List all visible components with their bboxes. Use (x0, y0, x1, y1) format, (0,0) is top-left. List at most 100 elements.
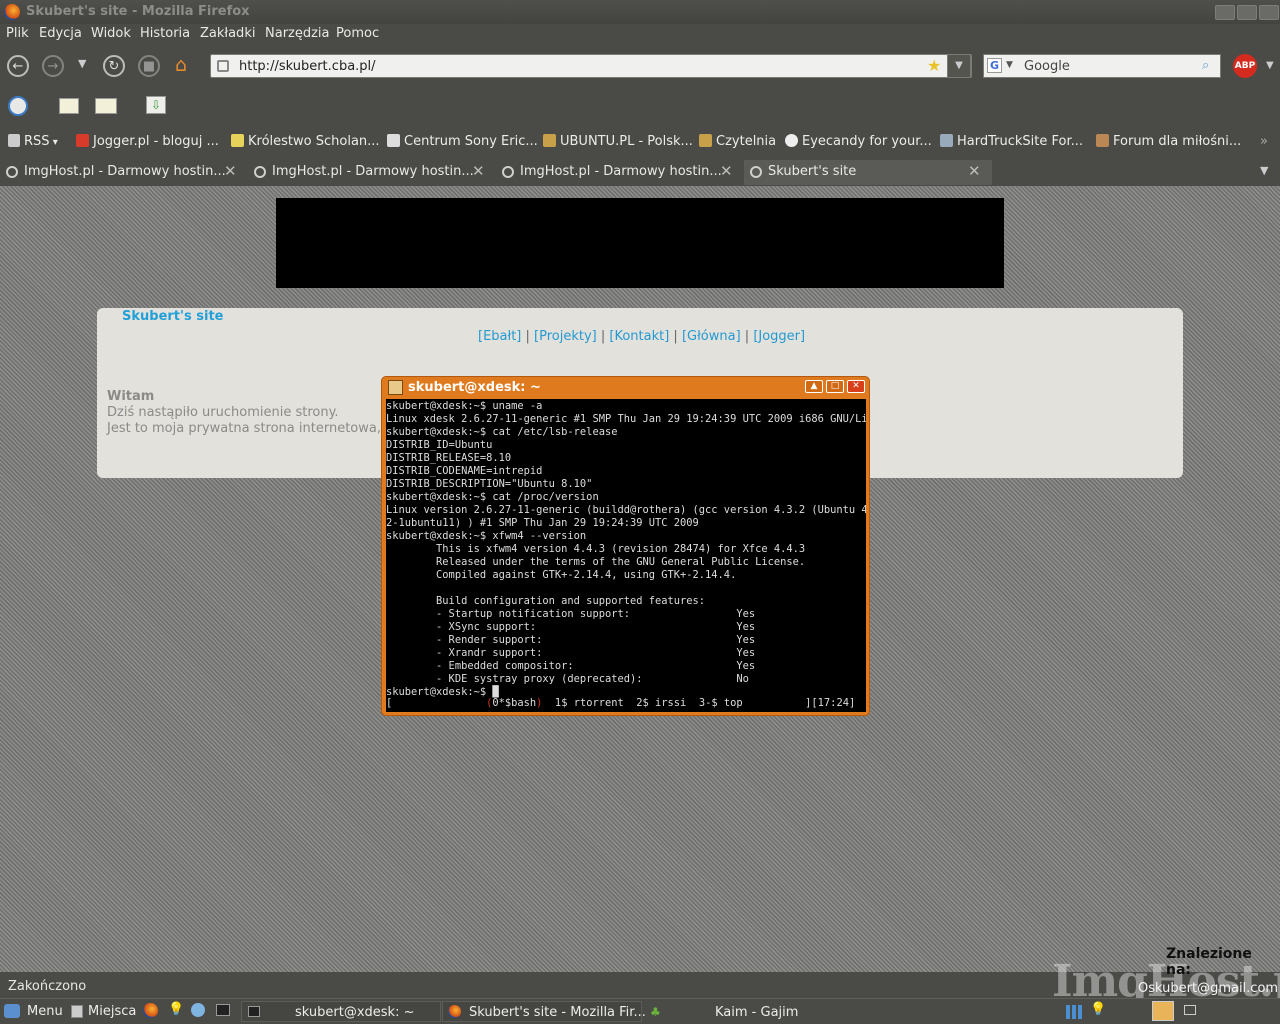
tab-close-icon[interactable]: ✕ (472, 162, 485, 180)
reload-button[interactable]: ↻ (103, 55, 125, 77)
terminal-icon (388, 380, 403, 395)
menu-widok[interactable]: Widok (91, 26, 131, 41)
watermark-found-label: Znalezione na: (1166, 946, 1252, 978)
tab-imghost-2[interactable]: ImgHost.pl - Darmowy hostin... ✕ (248, 160, 496, 185)
menu-plik[interactable]: Plik (6, 26, 29, 41)
back-button[interactable]: ← (7, 55, 29, 77)
desktop-panel: Menu Miejsca 💡 skubert@xdesk: ~ Skubert'… (0, 998, 1280, 1024)
forum-icon (1096, 134, 1109, 147)
welcome-line-2: Jest to moja prywatna strona internetowa… (107, 421, 381, 436)
places-button[interactable]: Miejsca (88, 1004, 136, 1019)
firefox-icon (4, 4, 20, 20)
nav-link-ebalt[interactable]: [Ebałt] (478, 329, 521, 344)
bookmark-star-icon[interactable]: ★ (927, 56, 941, 75)
menu-button[interactable]: Menu (27, 1004, 63, 1019)
nav-link-jogger[interactable]: [Jogger] (753, 329, 805, 344)
tray-package-icon[interactable] (1152, 1001, 1174, 1021)
search-box[interactable]: G ▼ Google ⌕ (983, 54, 1221, 78)
task-firefox[interactable]: Skubert's site - Mozilla Fir... (442, 1001, 646, 1022)
status-text: Zakończono (8, 979, 87, 994)
site-nav: [Ebałt] | [Projekty] | [Kontakt] | [Głów… (478, 329, 806, 344)
tab-close-icon[interactable]: ✕ (968, 162, 981, 180)
ubuntu-icon (543, 134, 556, 147)
adblock-dropdown-icon[interactable]: ▼ (1266, 60, 1274, 71)
terminal-launcher-icon[interactable] (216, 1004, 230, 1016)
terminal-close-button[interactable]: ✕ (847, 380, 865, 393)
bookmark-rss[interactable]: RSS ▾ (8, 134, 58, 149)
url-dropdown-button[interactable]: ▼ (947, 54, 971, 78)
screen-status-line: [ (0*$bash) 1$ rtorrent 2$ irssi 3-$ top… (386, 697, 856, 709)
eyecandy-icon (785, 134, 798, 147)
tray-bulb-icon[interactable]: 💡 (1090, 1002, 1106, 1017)
nav-link-projekty[interactable]: [Projekty] (534, 329, 597, 344)
tab-favicon-icon (254, 166, 266, 178)
terminal-title: skubert@xdesk: ~ (408, 380, 541, 395)
history-icon[interactable] (8, 96, 28, 116)
bookmark-forum[interactable]: Forum dla miłośni... (1096, 134, 1241, 149)
open-folder-icon[interactable] (95, 98, 117, 114)
minimize-button[interactable] (1215, 5, 1235, 20)
tab-imghost-1[interactable]: ImgHost.pl - Darmowy hostin... ✕ (0, 160, 248, 185)
network-icon[interactable] (1066, 1005, 1082, 1019)
stop-button[interactable]: ■ (138, 55, 160, 77)
terminal-maximize-button[interactable]: □ (826, 380, 844, 393)
bookmark-czytelnia[interactable]: Czytelnia (699, 134, 776, 149)
tab-list-icon[interactable]: ▼ (1260, 164, 1268, 177)
history-dropdown-icon[interactable]: ▼ (78, 57, 86, 70)
url-bar[interactable]: http://skubert.cba.pl/ ★ (210, 54, 972, 78)
banner (276, 198, 1004, 288)
task-gajim[interactable]: ♣ Kaim - Gajim (643, 1001, 843, 1022)
menu-narzedzia[interactable]: Narzędzia (265, 26, 330, 41)
adblock-icon[interactable]: ABP (1233, 54, 1257, 78)
home-button[interactable]: ⌂ (175, 54, 197, 76)
new-folder-icon[interactable] (59, 98, 79, 114)
window-titlebar[interactable]: Skubert's site - Mozilla Firefox (0, 0, 1280, 24)
bookmarks-overflow-icon[interactable]: » (1260, 134, 1268, 149)
search-icon[interactable]: ⌕ (1202, 58, 1209, 73)
tab-favicon-icon (750, 166, 762, 178)
terminal-screen[interactable]: skubert@xdesk:~$ uname -a Linux xdesk 2.… (386, 399, 866, 712)
bookmark-hardtruck[interactable]: HardTruckSite For... (940, 134, 1083, 149)
bookmark-scholan[interactable]: Królestwo Scholan... (231, 134, 380, 149)
window-title: Skubert's site - Mozilla Firefox (26, 4, 250, 19)
close-button[interactable] (1259, 5, 1279, 20)
menu-zakladki[interactable]: Zakładki (200, 26, 255, 41)
xfce-menu-icon (4, 1004, 20, 1018)
nav-link-glowna[interactable]: [Główna] (682, 329, 741, 344)
personal-toolbar: ⇩ (0, 86, 1280, 126)
hardtruck-icon (940, 134, 953, 147)
jogger-icon (76, 134, 89, 147)
task-terminal[interactable]: skubert@xdesk: ~ (241, 1001, 441, 1022)
download-icon[interactable]: ⇩ (146, 96, 166, 114)
engine-dropdown-icon[interactable]: ▼ (1006, 60, 1013, 70)
maximize-button[interactable] (1237, 5, 1257, 20)
tab-imghost-3[interactable]: ImgHost.pl - Darmowy hostin... ✕ (496, 160, 744, 185)
bookmark-sony[interactable]: Centrum Sony Eric... (387, 134, 538, 149)
google-icon[interactable]: G (987, 58, 1002, 73)
bookmark-jogger[interactable]: Jogger.pl - bloguj ... (76, 134, 219, 149)
forward-button[interactable]: → (42, 55, 64, 77)
tab-close-icon[interactable]: ✕ (224, 162, 237, 180)
nav-link-kontakt[interactable]: [Kontakt] (609, 329, 669, 344)
bulb-launcher-icon[interactable]: 💡 (168, 1002, 184, 1017)
site-title: Skubert's site (122, 309, 224, 324)
browser-launcher-icon[interactable] (191, 1003, 205, 1017)
menu-pomoc[interactable]: Pomoc (336, 26, 379, 41)
bookmark-eyecandy[interactable]: Eyecandy for your... (785, 134, 932, 149)
terminal-output: skubert@xdesk:~$ uname -a Linux xdesk 2.… (386, 400, 866, 698)
czytelnia-icon (699, 134, 712, 147)
menu-edycja[interactable]: Edycja (39, 26, 82, 41)
site-icon (217, 60, 229, 72)
tab-favicon-icon (502, 166, 514, 178)
tab-close-icon[interactable]: ✕ (720, 162, 733, 180)
bookmark-ubuntu[interactable]: UBUNTU.PL - Polsk... (543, 134, 693, 149)
tab-skubert[interactable]: Skubert's site ✕ (744, 160, 992, 185)
welcome-heading: Witam (107, 389, 155, 404)
tab-strip: ImgHost.pl - Darmowy hostin... ✕ ImgHost… (0, 160, 1280, 186)
search-input[interactable]: Google (1024, 59, 1070, 74)
terminal-window[interactable]: skubert@xdesk: ~ ▲ □ ✕ skubert@xdesk:~$ … (381, 376, 870, 716)
show-desktop-icon[interactable] (1184, 1005, 1196, 1015)
terminal-shade-button[interactable]: ▲ (805, 380, 823, 393)
firefox-launcher-icon[interactable] (143, 1003, 158, 1018)
menu-historia[interactable]: Historia (140, 26, 190, 41)
